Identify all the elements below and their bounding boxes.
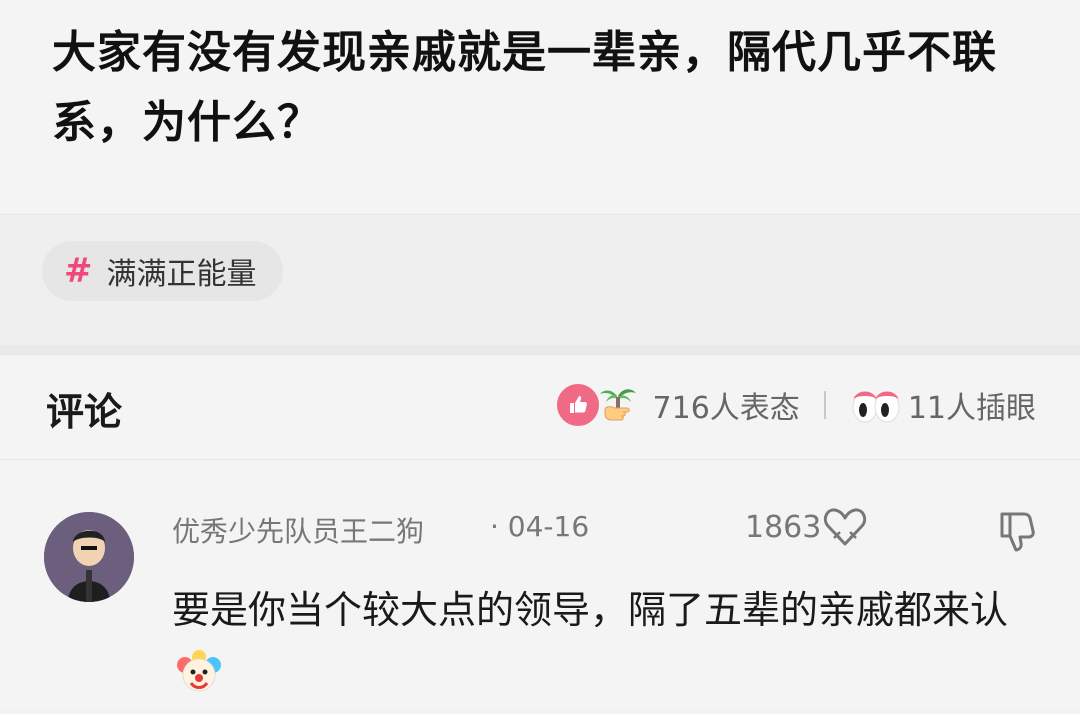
comments-title: 评论 <box>46 390 123 434</box>
reaction-icons <box>554 382 641 428</box>
comment-item: 优秀少先队员王二狗 · 04-16 1863 要是你当个较大点的领导，隔了五辈的… <box>0 460 1080 708</box>
clown-icon <box>176 649 222 695</box>
comment-author[interactable]: 优秀少先队员王二狗 <box>172 510 424 550</box>
reactions-bar[interactable]: 716人表态 11人插眼 <box>554 379 1036 431</box>
comments-header: 评论 716人表态 11人插眼 <box>0 355 1080 460</box>
question-title: 大家有没有发现亲戚就是一辈亲，隔代几乎不联系，为什么？ <box>52 27 997 148</box>
comment-body: 要是你当个较大点的领导，隔了五辈的亲戚都来认 <box>172 588 1009 632</box>
thumbs-down-icon[interactable] <box>996 510 1038 554</box>
heart-icon[interactable] <box>820 504 870 552</box>
topic-tag[interactable]: # 满满正能量 <box>42 241 283 301</box>
divider <box>823 391 826 419</box>
thumbs-up-icon <box>554 382 601 428</box>
reaction-count: 716人表态 <box>652 391 800 426</box>
question-card: 大家有没有发现亲戚就是一辈亲，隔代几乎不联系，为什么？ <box>0 0 1080 215</box>
eyes-count: 11人插眼 <box>907 391 1036 426</box>
section-divider <box>0 345 1080 355</box>
like-count: 1863 <box>745 510 822 545</box>
topic-label: 满满正能量 <box>106 257 257 292</box>
eyes-icon <box>850 383 902 427</box>
hash-icon: # <box>64 251 93 291</box>
comment-date: · 04-16 <box>490 510 590 543</box>
avatar[interactable] <box>44 512 134 602</box>
topic-area: # 满满正能量 <box>0 215 1080 345</box>
comment-text: 要是你当个较大点的领导，隔了五辈的亲戚都来认 <box>172 578 1032 706</box>
palm-tree-icon <box>595 382 641 428</box>
